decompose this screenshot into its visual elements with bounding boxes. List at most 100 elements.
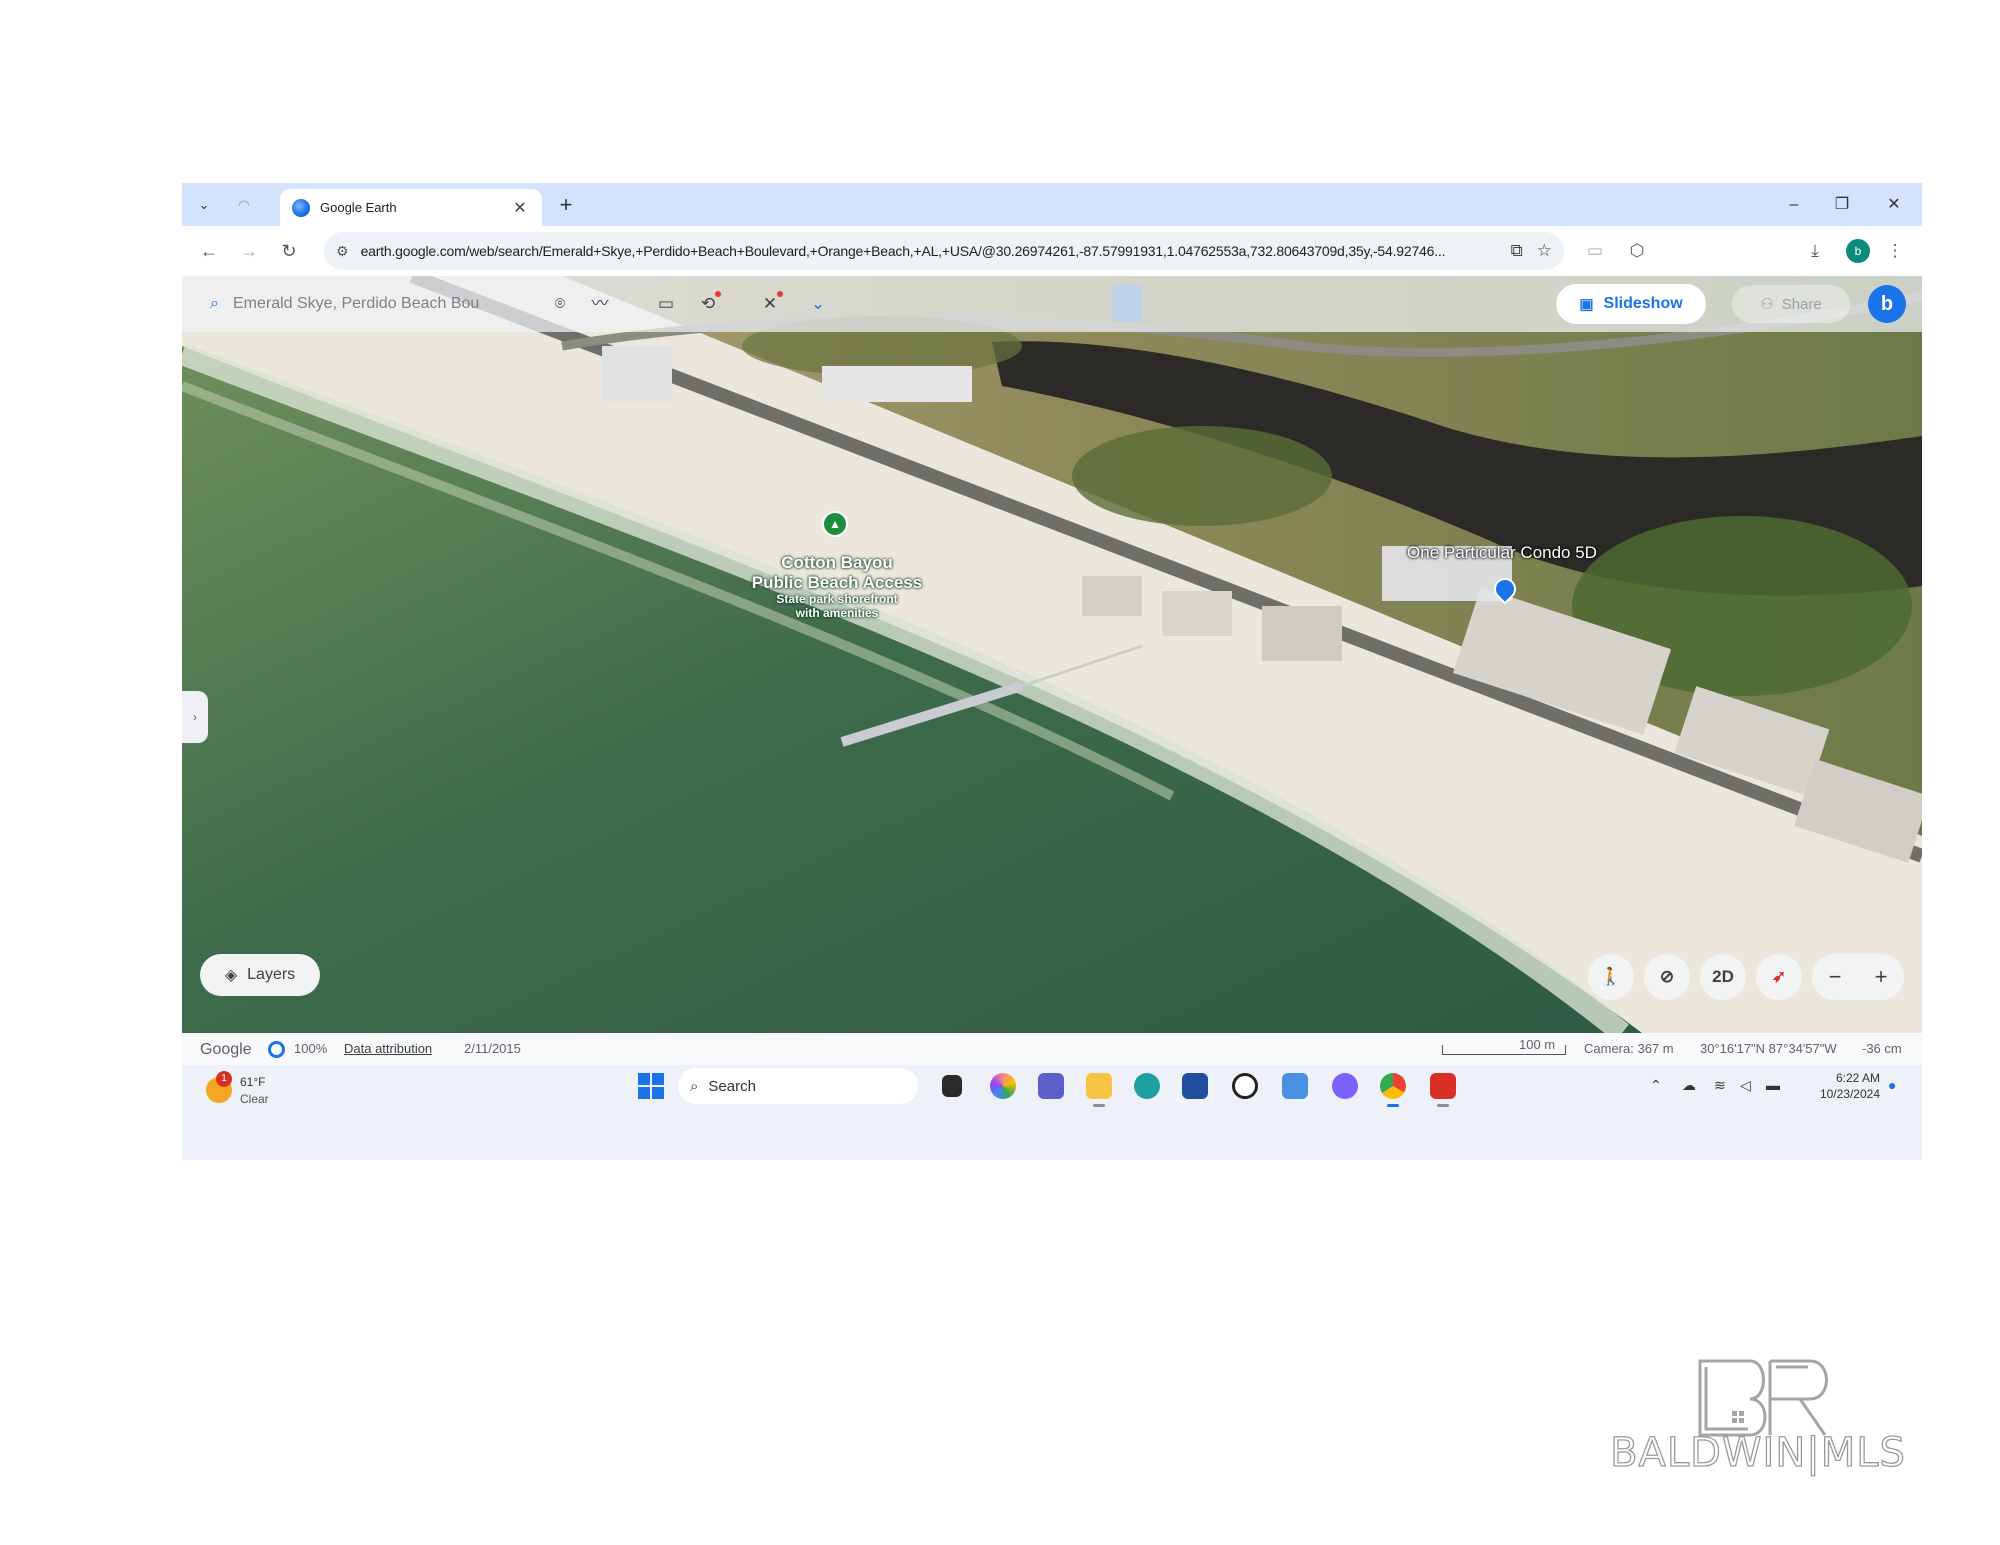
measure-ruler-icon[interactable]: ▭ bbox=[652, 290, 680, 318]
zoom-in-button[interactable]: + bbox=[1875, 964, 1888, 990]
share-label: Share bbox=[1781, 295, 1822, 313]
close-window-button[interactable]: ✕ bbox=[1876, 191, 1912, 219]
downloads-icon[interactable]: ⤓ bbox=[1802, 238, 1828, 264]
historical-imagery-icon[interactable]: ⟲ bbox=[694, 290, 722, 318]
poi-desc-line1: State park shorefront bbox=[776, 592, 898, 606]
new-tab-button[interactable]: + bbox=[552, 191, 580, 219]
page: ⌄ ◠ Google Earth ✕ + – ❐ ✕ ← → ↻ ⚙ earth… bbox=[0, 0, 2000, 1545]
earth-search-value: Emerald Skye, Perdido Beach Bou bbox=[232, 295, 480, 312]
expand-tools-chevron-icon[interactable]: ⌄ bbox=[804, 290, 832, 318]
layers-icon: ◈ bbox=[224, 967, 238, 984]
earth-status-bar: Google 100% Data attribution 2/11/2015 1… bbox=[182, 1033, 1922, 1065]
imagery-date: 2/11/2015 bbox=[464, 1041, 521, 1056]
place-label[interactable]: One Particular Condo 5D bbox=[1392, 543, 1612, 563]
forward-button[interactable]: → bbox=[236, 238, 262, 264]
taskbar-search-box[interactable]: ⌕ Search bbox=[678, 1068, 918, 1104]
bookmark-star-icon[interactable]: ☆ bbox=[1537, 241, 1552, 261]
aerial-imagery bbox=[182, 276, 1922, 1033]
tray-overflow-icon[interactable]: ⌃ bbox=[1650, 1077, 1662, 1094]
share-button[interactable]: ⚇ Share bbox=[1732, 285, 1850, 323]
windows-start-icon[interactable] bbox=[638, 1073, 664, 1099]
tab-title: Google Earth bbox=[320, 200, 397, 215]
cursor-coordinates: 30°16'17"N 87°34'57"W bbox=[1700, 1041, 1837, 1056]
wifi-icon[interactable]: ≋ bbox=[1714, 1077, 1726, 1094]
extensions-icon[interactable]: ⬡ bbox=[1624, 238, 1650, 264]
toggle-3d-icon[interactable]: ⊘ bbox=[1644, 954, 1690, 1000]
street-view-pegman-icon[interactable]: 🚶 bbox=[1588, 954, 1634, 1000]
google-logo: Google bbox=[200, 1041, 252, 1058]
dell-icon[interactable] bbox=[1232, 1073, 1258, 1099]
elevation: -36 cm bbox=[1862, 1041, 1902, 1056]
earth-account-avatar[interactable]: b bbox=[1868, 285, 1906, 323]
tab-search-icon[interactable]: ⌄ bbox=[192, 193, 216, 217]
volume-icon[interactable]: ◁ bbox=[1740, 1077, 1751, 1094]
task-view-icon[interactable] bbox=[942, 1075, 962, 1097]
poi-name-line1[interactable]: Cotton Bayou bbox=[742, 553, 932, 573]
compass-icon[interactable]: ➶ bbox=[1756, 954, 1802, 1000]
calculator-icon[interactable] bbox=[1282, 1073, 1308, 1099]
restore-button[interactable]: ❐ bbox=[1824, 191, 1860, 219]
site-settings-icon[interactable]: ⚙ bbox=[336, 243, 349, 260]
minimize-button[interactable]: – bbox=[1776, 191, 1812, 219]
weather-condition[interactable]: Clear bbox=[240, 1092, 269, 1106]
onedrive-icon[interactable]: ☁ bbox=[1682, 1077, 1696, 1094]
tab-close-icon[interactable]: ✕ bbox=[510, 198, 530, 218]
earth-search-box[interactable]: ⌕ Emerald Skye, Perdido Beach Bou bbox=[196, 286, 556, 322]
store-icon[interactable] bbox=[1182, 1073, 1208, 1099]
teams-icon[interactable] bbox=[1038, 1073, 1064, 1099]
reading-list-icon[interactable]: ▭ bbox=[1582, 238, 1608, 264]
back-button[interactable]: ← bbox=[196, 238, 222, 264]
slideshow-button[interactable]: ▣ Slideshow bbox=[1555, 283, 1707, 325]
browser-tab[interactable]: Google Earth ✕ bbox=[280, 189, 542, 226]
poi-desc-line2: with amenities bbox=[795, 606, 879, 620]
tab-group-icon[interactable]: ◠ bbox=[232, 193, 256, 217]
taskbar-search-label: Search bbox=[708, 1077, 756, 1095]
zoom-controls: − + bbox=[1812, 954, 1904, 1000]
earth-map-view[interactable]: ⌕ Emerald Skye, Perdido Beach Bou ⌾ 〰 ▭ … bbox=[182, 276, 1922, 1033]
taskbar-search-icon: ⌕ bbox=[690, 1077, 699, 1095]
search-icon: ⌕ bbox=[210, 295, 219, 312]
url-text: earth.google.com/web/search/Emerald+Skye… bbox=[360, 243, 1446, 259]
reload-button[interactable]: ↻ bbox=[276, 238, 302, 264]
projects-tools-icon[interactable]: ✕ bbox=[756, 290, 784, 318]
chrome-icon[interactable] bbox=[1380, 1073, 1406, 1107]
poi-name-line2[interactable]: Public Beach Access bbox=[732, 573, 942, 593]
map-controls: 🚶 ⊘ 2D ➶ − + bbox=[1588, 954, 1904, 1000]
draw-path-icon[interactable]: 〰 bbox=[586, 290, 614, 318]
browser-menu-icon[interactable]: ⋮ bbox=[1882, 238, 1908, 264]
address-bar[interactable]: ⚙ earth.google.com/web/search/Emerald+Sk… bbox=[324, 232, 1564, 270]
layers-button[interactable]: ◈ Layers bbox=[200, 954, 320, 996]
clock-time[interactable]: 6:22 AM bbox=[1820, 1071, 1880, 1085]
google-earth-favicon-icon bbox=[292, 198, 310, 217]
copilot-icon[interactable] bbox=[990, 1073, 1016, 1099]
camera-altitude: Camera: 367 m bbox=[1584, 1041, 1674, 1056]
baldwin-mls-watermark: BALDWIN|MLS bbox=[1609, 1429, 1906, 1476]
open-in-app-icon[interactable]: ⧉ bbox=[1511, 241, 1523, 261]
windows-taskbar: 1 61°F Clear ⌕ Search ⌃ ☁ ≋ ◁ ▬ 6:22 AM … bbox=[182, 1065, 1922, 1160]
file-explorer-icon[interactable] bbox=[1086, 1073, 1112, 1107]
browser-toolbar: ← → ↻ ⚙ earth.google.com/web/search/Emer… bbox=[182, 226, 1922, 276]
data-attribution-link[interactable]: Data attribution bbox=[344, 1041, 432, 1056]
screenshot-frame: ⌄ ◠ Google Earth ✕ + – ❐ ✕ ← → ↻ ⚙ earth… bbox=[182, 183, 1922, 1160]
slideshow-icon: ▣ bbox=[1579, 296, 1594, 313]
browser-profile-avatar[interactable]: b bbox=[1846, 239, 1870, 263]
side-panel-toggle[interactable]: › bbox=[182, 691, 208, 743]
loading-ring-icon bbox=[268, 1041, 285, 1058]
share-person-icon: ⚇ bbox=[1760, 296, 1774, 313]
load-percent: 100% bbox=[294, 1041, 328, 1056]
scale-label: 100 m bbox=[1519, 1037, 1556, 1052]
clock-date[interactable]: 10/23/2024 bbox=[1808, 1087, 1880, 1101]
weather-alert-badge: 1 bbox=[216, 1071, 232, 1087]
edge-icon[interactable] bbox=[1134, 1073, 1160, 1099]
acrobat-icon[interactable] bbox=[1430, 1073, 1456, 1107]
notification-bell-icon[interactable]: ● bbox=[1888, 1077, 1896, 1093]
zoom-out-button[interactable]: − bbox=[1829, 964, 1842, 990]
slideshow-label: Slideshow bbox=[1603, 295, 1683, 312]
view-mode-2d-button[interactable]: 2D bbox=[1700, 954, 1746, 1000]
battery-icon[interactable]: ▬ bbox=[1766, 1077, 1780, 1093]
browser-tab-strip: ⌄ ◠ Google Earth ✕ + – ❐ ✕ bbox=[182, 183, 1922, 226]
app-hub-icon[interactable] bbox=[1332, 1073, 1358, 1099]
add-placemark-icon[interactable]: ⌾ bbox=[546, 290, 574, 318]
park-pin-icon[interactable]: ▲ bbox=[822, 511, 848, 537]
weather-temperature[interactable]: 61°F bbox=[240, 1075, 265, 1089]
